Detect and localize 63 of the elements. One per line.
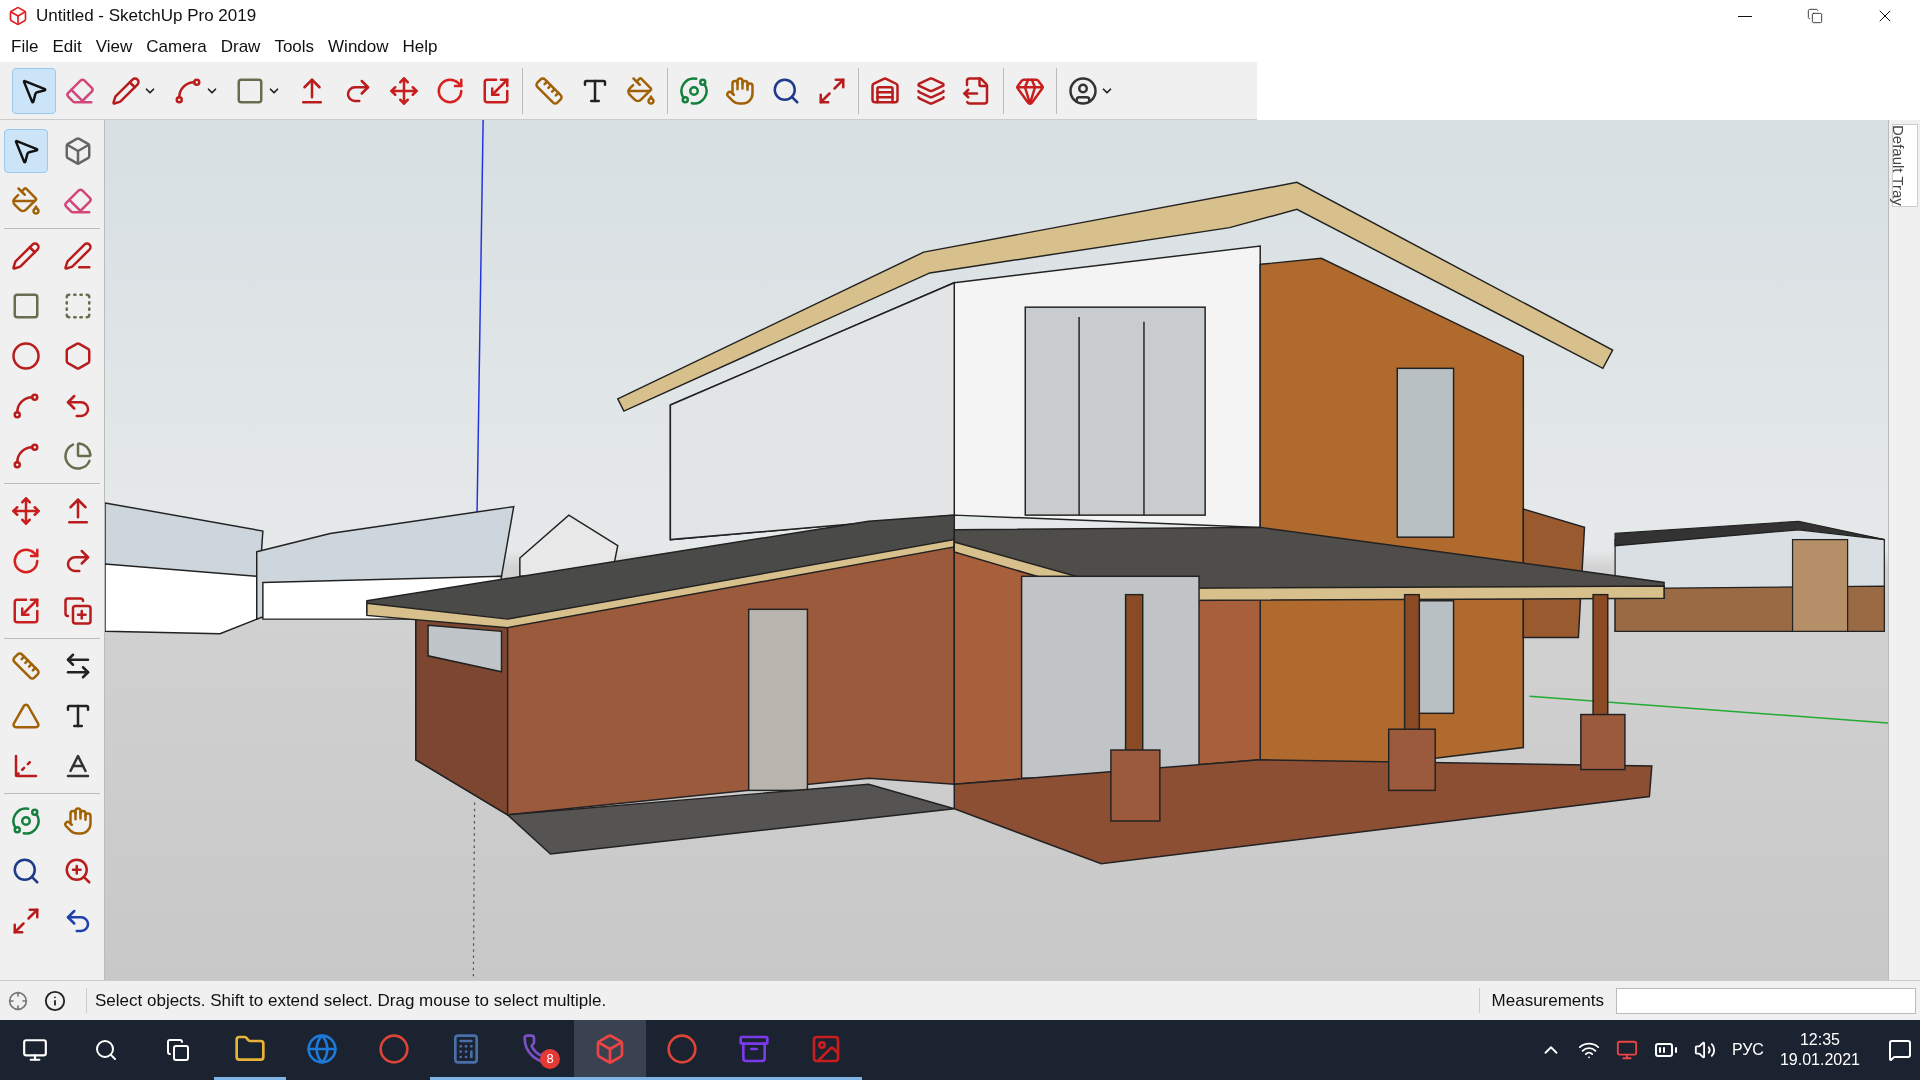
minimize-icon [1738, 15, 1752, 17]
rotated-rectangle-icon [63, 291, 93, 321]
menu-item[interactable]: View [88, 34, 140, 60]
component-icon [63, 136, 93, 166]
orbit-icon [11, 806, 41, 836]
notifications-icon[interactable] [1888, 1038, 1912, 1062]
account-icon [1068, 75, 1098, 106]
info-icon[interactable] [44, 989, 66, 1012]
pencil-icon [111, 75, 141, 106]
menu-item[interactable]: Help [395, 34, 445, 60]
status-message: Select objects. Shift to extend select. Drag mouse to select multiple. [86, 987, 607, 1014]
taskbar-app[interactable] [574, 1020, 646, 1080]
rectangle-icon [11, 291, 41, 321]
measurements-field[interactable] [1616, 987, 1916, 1014]
zoom-extents-icon [11, 906, 41, 936]
polygon-icon [63, 341, 93, 371]
tool-button[interactable] [12, 67, 56, 114]
offset-icon [63, 596, 93, 626]
3d-viewport[interactable] [105, 120, 1888, 980]
window-title: Untitled - SketchUp Pro 2019 [36, 5, 257, 28]
orbit-icon [679, 75, 709, 106]
move-icon [389, 75, 419, 106]
circle-icon [11, 341, 41, 371]
paint-bucket-icon [11, 186, 41, 216]
hand-icon [725, 75, 755, 106]
stacked-boxes-icon [916, 75, 946, 106]
eraser-icon [65, 75, 95, 106]
zoom-icon [11, 856, 41, 886]
tool-button[interactable] [4, 129, 48, 173]
tape-measure-icon [534, 75, 564, 106]
protractor-icon [11, 701, 41, 731]
volume-icon[interactable] [1693, 1039, 1716, 1061]
arc-icon [11, 441, 41, 471]
warehouse-icon [870, 75, 900, 106]
menu-item[interactable]: Camera [139, 34, 214, 60]
search-icon[interactable] [94, 1038, 118, 1062]
zoom-window-icon [63, 856, 93, 886]
tape-measure-icon [11, 651, 41, 681]
paint-bucket-icon [626, 75, 656, 106]
scale-icon [11, 596, 41, 626]
zoom-extents-icon [817, 75, 847, 106]
freehand-icon [63, 241, 93, 271]
notification-badge: 8 [540, 1049, 560, 1069]
clock-date: 19.01.2021 [1779, 1050, 1860, 1070]
menu-item[interactable]: Window [321, 34, 396, 60]
menu-item[interactable]: Draw [213, 34, 268, 60]
move-icon [11, 496, 41, 526]
restore-icon [1807, 8, 1823, 24]
language-indicator[interactable]: РУС [1731, 1038, 1764, 1062]
clock-time: 12:35 [1799, 1030, 1840, 1050]
task-view-icon[interactable] [166, 1038, 190, 1062]
menu-item[interactable]: File [4, 34, 46, 60]
tray-tab[interactable]: Default Tray [1891, 124, 1918, 207]
pie-icon [63, 441, 93, 471]
arc-icon [11, 391, 41, 421]
scale-icon [481, 75, 511, 106]
hand-icon [63, 806, 93, 836]
rotate-icon [11, 546, 41, 576]
pencil-icon [11, 241, 41, 271]
eraser-icon [63, 186, 93, 216]
geolocation-icon[interactable] [8, 990, 28, 1011]
menu-item[interactable]: Tools [267, 34, 322, 60]
menu-item[interactable]: Edit [45, 34, 89, 60]
